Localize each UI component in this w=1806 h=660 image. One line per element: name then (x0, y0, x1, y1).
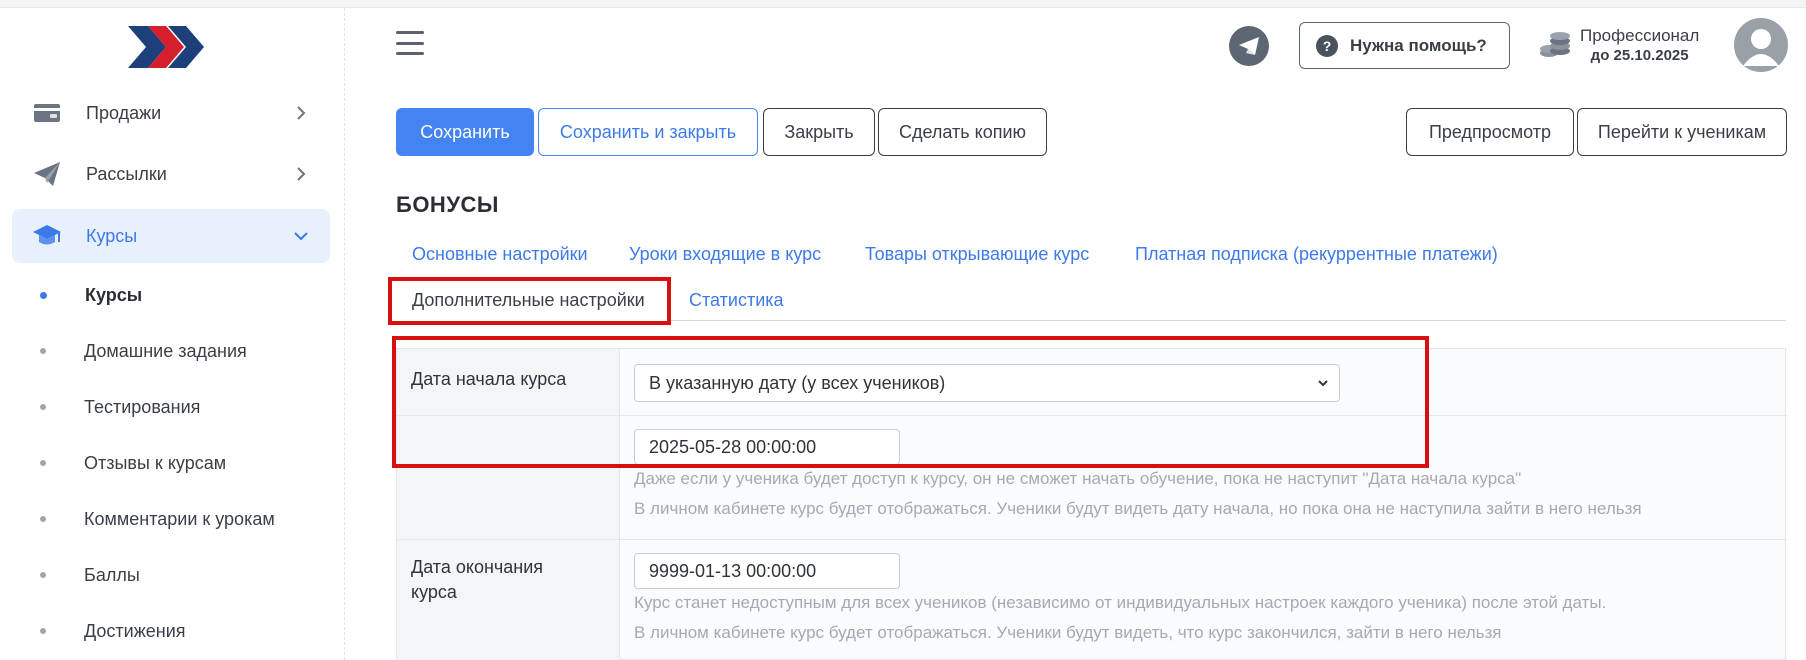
save-and-close-button[interactable]: Сохранить и закрыть (538, 108, 758, 156)
end-date-label: курса (411, 582, 457, 602)
sidebar-item-label: Рассылки (86, 163, 167, 184)
hamburger-menu-icon[interactable] (396, 31, 424, 55)
plan-info[interactable]: Профессионал до 25.10.2025 (1538, 26, 1699, 66)
sidebar-item-label: Курсы (86, 225, 138, 246)
sidebar-subitem-homework[interactable]: Домашние задания (40, 336, 247, 366)
avatar[interactable] (1734, 18, 1788, 72)
sidebar-item-mailings[interactable]: Рассылки (12, 147, 330, 201)
bullet-icon (40, 404, 46, 410)
bullet-icon (40, 516, 46, 522)
paper-plane-icon (32, 159, 62, 189)
tab-subscription[interactable]: Платная подписка (рекуррентные платежи) (1135, 244, 1498, 265)
bullet-icon (40, 460, 46, 466)
sidebar-subitem-label: Баллы (84, 564, 140, 585)
sidebar-item-label: Продажи (86, 102, 162, 123)
sidebar-subitem-comments[interactable]: Комментарии к урокам (40, 504, 275, 534)
sidebar-subitem-label: Тестирования (84, 396, 201, 417)
close-button[interactable]: Закрыть (763, 108, 875, 156)
preview-button[interactable]: Предпросмотр (1406, 108, 1574, 156)
wallet-icon (32, 98, 62, 128)
coins-icon (1540, 32, 1570, 57)
logo-icon[interactable] (126, 22, 206, 72)
bullet-icon (40, 572, 46, 578)
help-button-label: Нужна помощь? (1350, 35, 1487, 55)
tab-main-settings[interactable]: Основные настройки (412, 244, 588, 265)
bullet-icon (40, 291, 47, 299)
end-date-input[interactable]: 9999-01-13 00:00:00 (634, 553, 900, 589)
question-icon: ? (1316, 34, 1338, 57)
start-date-hint: В личном кабинете курс будет отображатьс… (634, 499, 1642, 518)
tab-products[interactable]: Товары открывающие курс (865, 244, 1089, 265)
chevron-down-icon (294, 232, 308, 241)
sidebar-subitem-label: Достижения (84, 620, 186, 641)
end-date-label: Дата окончания (411, 557, 544, 577)
sidebar-subitem-label: Комментарии к урокам (84, 508, 275, 529)
end-date-hint: В личном кабинете курс будет отображатьс… (634, 623, 1502, 642)
start-date-highlight (392, 336, 1429, 468)
sidebar-subitem-label: Отзывы к курсам (84, 452, 227, 473)
plan-name: Профессионал (1580, 26, 1700, 45)
copy-button[interactable]: Сделать копию (878, 108, 1047, 156)
sidebar-subitem-reviews[interactable]: Отзывы к курсам (40, 448, 226, 478)
bullet-icon (40, 348, 46, 354)
telegram-icon[interactable] (1229, 26, 1269, 66)
sidebar-item-sales[interactable]: Продажи (12, 86, 330, 140)
sidebar-subitem-points[interactable]: Баллы (40, 560, 140, 590)
row-divider (397, 539, 1787, 540)
sidebar-subitem-courses[interactable]: Курсы (40, 280, 142, 310)
graduation-cap-icon (32, 221, 62, 251)
sidebar-subitem-label: Курсы (85, 284, 143, 305)
sidebar-item-courses[interactable]: Курсы (12, 209, 330, 263)
help-button[interactable]: ? Нужна помощь? (1299, 22, 1510, 69)
tab-statistics[interactable]: Статистика (689, 290, 784, 311)
sidebar-subitem-tests[interactable]: Тестирования (40, 392, 200, 422)
sidebar-subitem-label: Домашние задания (84, 340, 247, 361)
tab-additional-settings[interactable]: Дополнительные настройки (412, 290, 645, 311)
top-border (0, 0, 1806, 8)
tab-lessons[interactable]: Уроки входящие в курс (629, 244, 821, 265)
bullet-icon (40, 628, 46, 634)
plan-date: до 25.10.2025 (1590, 47, 1689, 64)
go-to-students-button[interactable]: Перейти к ученикам (1577, 108, 1787, 156)
page-title: БОНУСЫ (396, 192, 499, 217)
chevron-right-icon (297, 106, 306, 120)
start-date-hint: Даже если у ученика будет доступ к курсу… (634, 469, 1522, 488)
save-button[interactable]: Сохранить (396, 108, 534, 156)
sidebar-subitem-achievements[interactable]: Достижения (40, 616, 186, 646)
end-date-hint: Курс станет недоступным для всех ученико… (634, 593, 1607, 612)
chevron-right-icon (297, 167, 306, 181)
